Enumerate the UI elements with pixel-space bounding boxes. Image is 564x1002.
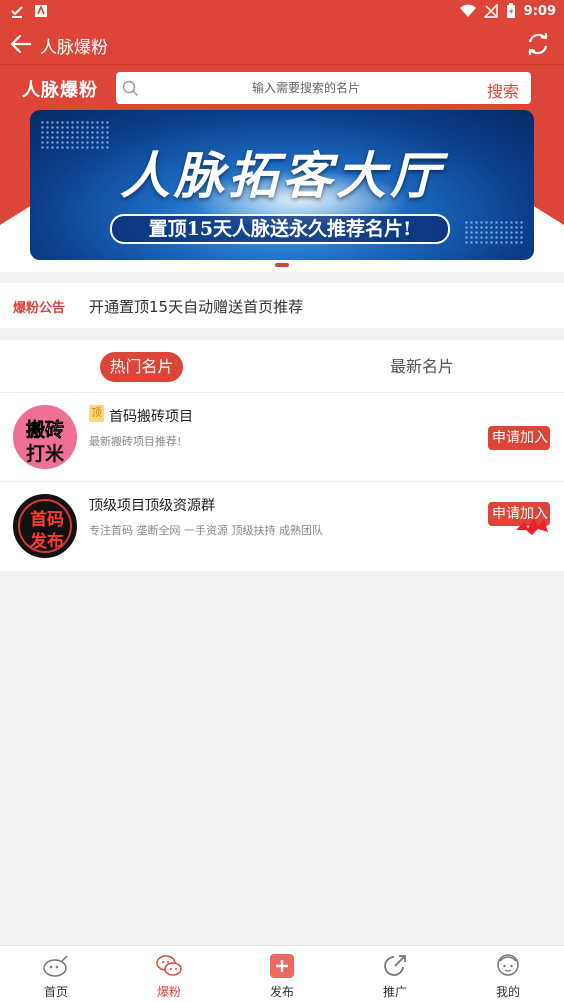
hero-brand: 人脉爆粉 (22, 80, 98, 101)
status-time: 9:09 (523, 3, 556, 19)
banner-title: 人脉拓客大厅 (120, 147, 444, 205)
card-name: 顶级项目顶级资源群 (89, 498, 215, 514)
announcement-label: 爆粉公告 (13, 301, 66, 316)
tab-new-cards[interactable]: 最新名片 (380, 352, 464, 382)
app-notification-icon (35, 4, 47, 17)
announcement-bar[interactable]: 爆粉公告 开通置顶15天自动赠送首页推荐 (0, 283, 564, 328)
app-bar: 人脉爆粉 (0, 24, 564, 64)
nav-label-publish: 发布 (269, 985, 294, 999)
card-description: 最新搬砖项目推荐! (89, 435, 182, 448)
battery-icon (506, 3, 515, 18)
nav-item-promote[interactable]: 推广 (355, 952, 435, 1002)
page-title: 人脉爆粉 (40, 38, 108, 58)
banner-dot-pattern-right (464, 220, 524, 246)
back-arrow-icon[interactable] (8, 31, 34, 57)
apply-join-button[interactable]: 申请加入 (488, 426, 550, 450)
banner-subtitle: 置顶15天人脉送永久推荐名片! (110, 214, 450, 244)
profile-icon (497, 954, 519, 976)
avatar-text-line2: 发布 (30, 532, 64, 552)
avatar-text-line2: 打米 (25, 443, 64, 465)
banner-carousel[interactable]: 人脉拓客大厅 置顶15天人脉送永久推荐名片! (30, 110, 534, 260)
card-list-section: 热门名片 最新名片 搬砖 打米 顶 首码搬砖项目 最新搬砖项目推荐! 申请加入 … (0, 340, 564, 571)
card-description: 专注首码 垄断全网 一手资源 顶级扶持 成熟团队 (89, 524, 323, 537)
search-bar: 搜索 (116, 72, 531, 104)
nav-item-home[interactable]: 首页 (16, 952, 96, 1002)
search-button[interactable]: 搜索 (487, 78, 519, 102)
avatar-text-line1: 搬砖 (25, 419, 65, 442)
nav-label-home: 首页 (43, 985, 68, 999)
nav-label-promote: 推广 (382, 985, 407, 999)
wifi-icon (459, 4, 476, 17)
hero-section: 人脉爆粉 搜索 人脉拓客大厅 置顶15天人脉送永久推荐名片! (0, 65, 564, 272)
hot-stamp-icon (516, 518, 548, 535)
home-icon (43, 955, 68, 977)
nav-label-mine: 我的 (495, 985, 520, 999)
nav-item-baofen[interactable]: 爆粉 (129, 952, 209, 1002)
banner-pager-indicator (275, 263, 289, 267)
status-bar: 9:09 (0, 0, 564, 24)
nav-item-publish[interactable]: 发布 (242, 952, 322, 1002)
nav-label-baofen: 爆粉 (156, 985, 181, 999)
share-icon (384, 955, 406, 976)
plus-icon (270, 954, 294, 978)
announcement-text: 开通置顶15天自动赠送首页推荐 (89, 298, 304, 316)
download-done-icon (11, 6, 23, 18)
tab-hot-cards[interactable]: 热门名片 (100, 352, 183, 382)
wechat-icon (156, 955, 182, 976)
top-badge: 顶 (89, 405, 104, 422)
no-signal-icon (483, 4, 498, 18)
bottom-navigation: 首页 爆粉 发布 推广 我的 (0, 945, 564, 1002)
card-name: 首码搬砖项目 (109, 409, 193, 425)
nav-item-mine[interactable]: 我的 (468, 952, 548, 1002)
avatar: 搬砖 打米 (13, 405, 77, 469)
search-input[interactable] (146, 72, 466, 104)
refresh-icon[interactable] (524, 30, 552, 58)
list-item[interactable]: 首码 发布 顶级项目顶级资源群 专注首码 垄断全网 一手资源 顶级扶持 成熟团队… (0, 482, 564, 570)
list-item[interactable]: 搬砖 打米 顶 首码搬砖项目 最新搬砖项目推荐! 申请加入 (0, 393, 564, 481)
avatar: 首码 发布 (13, 494, 77, 558)
search-icon (122, 80, 138, 96)
